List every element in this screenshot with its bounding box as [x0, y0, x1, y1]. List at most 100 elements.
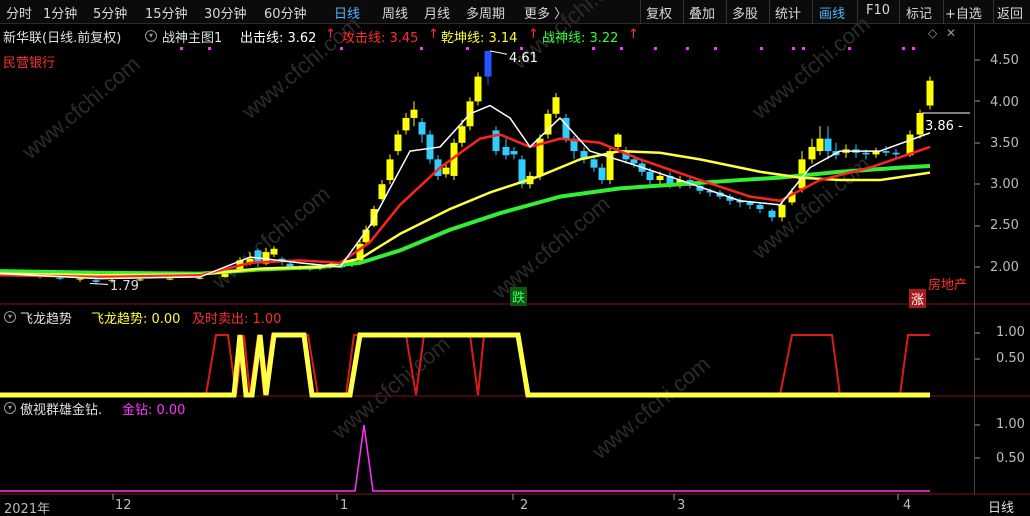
candle-down: [756, 204, 764, 210]
signal-dot: [340, 47, 343, 50]
candle-up: [76, 278, 84, 280]
candle-up: [916, 112, 924, 135]
candle-down: [882, 151, 890, 153]
high-price-label: 4.61: [509, 51, 538, 66]
signal-dot: [466, 47, 469, 50]
candle-down: [426, 134, 434, 160]
candle-up: [270, 248, 278, 255]
panel2-settings-icon[interactable]: ▾: [4, 311, 16, 323]
indicator-name[interactable]: 战神主图1: [162, 27, 222, 46]
candle-up: [196, 277, 204, 279]
signal-dot: [912, 47, 915, 50]
x-label: 2021年: [4, 502, 51, 516]
p2-y-tick: 0.50: [996, 351, 1025, 366]
p3-y-tick: 0.50: [996, 451, 1025, 466]
x-label: 3: [677, 498, 686, 513]
signal-dot: [902, 47, 905, 50]
timely-sell-line: [0, 334, 930, 396]
signal-dot: [760, 47, 763, 50]
candle-down: [590, 159, 598, 168]
candle-down: [56, 277, 64, 279]
signal-dot: [420, 47, 423, 50]
p2-y-tick: 1.00: [996, 325, 1025, 340]
legend-timely-sell: 及时卖出: 1.00: [192, 312, 282, 327]
candle-down: [502, 146, 510, 156]
candle-down: [92, 280, 100, 282]
candle-down: [646, 171, 654, 181]
candle-down: [598, 167, 606, 181]
candle-up: [484, 50, 492, 77]
watermark-text: www.cfchi.com: [586, 351, 714, 464]
watermark-text: www.cfchi.com: [486, 191, 614, 304]
y-tick: 4.00: [990, 95, 1019, 110]
candle-up: [394, 134, 402, 152]
legend-war-god-line: 战神线: 3.22: [542, 31, 619, 46]
panel2-indicator-name[interactable]: 飞龙趋势: [20, 308, 72, 327]
signal-dot: [520, 47, 523, 50]
legend-golden-diamond: 金钻: 0.00: [122, 403, 186, 418]
legend-arrow-3: ↑: [528, 27, 539, 42]
candle-down: [630, 159, 638, 164]
y-tick: 2.50: [990, 218, 1019, 233]
candle-up: [458, 126, 466, 143]
stock-title: 新华联(日线.前复权): [3, 31, 122, 46]
candle-up: [614, 134, 622, 147]
rise-badge: 涨: [909, 289, 927, 308]
signal-dot: [620, 47, 623, 50]
candle-up: [402, 117, 410, 131]
candle-down: [824, 138, 832, 152]
legend-flying-dragon: 飞龙趋势: 0.00: [91, 312, 181, 327]
sector-label-bank[interactable]: 民营银行: [3, 52, 55, 71]
y-tick: 3.00: [990, 177, 1019, 192]
candle-up: [166, 278, 174, 280]
signal-dot: [208, 47, 211, 50]
candle-up: [778, 204, 786, 218]
signal-dot: [792, 47, 795, 50]
candle-down: [418, 122, 426, 135]
period-select-button[interactable]: 日线: [988, 497, 1014, 516]
indicator-settings-icon[interactable]: ▾: [145, 30, 157, 42]
legend-arrow-2: ↑: [428, 27, 439, 42]
candle-up: [606, 151, 614, 181]
low-marker-line: [89, 283, 109, 285]
candle-down: [510, 151, 518, 155]
last-price-dash: -: [958, 119, 963, 134]
sector-label-realestate[interactable]: 房地产: [928, 274, 967, 293]
candle-down: [254, 250, 262, 263]
candle-up: [410, 109, 418, 118]
panel3-settings-icon[interactable]: ▾: [4, 402, 16, 414]
close-icon[interactable]: ✕: [946, 26, 956, 40]
kline-chart[interactable]: www.cfchi.com www.cfchi.com www.cfchi.com w…: [0, 0, 1030, 516]
signal-dot: [714, 47, 717, 50]
watermark-text: www.cfchi.com: [746, 11, 874, 124]
candle-up: [656, 175, 664, 181]
signal-dot: [592, 47, 595, 50]
diamond-icon[interactable]: ◇: [928, 26, 937, 40]
watermark-text: www.cfchi.com: [326, 331, 454, 444]
p3-y-tick: 1.00: [996, 417, 1025, 432]
candle-down: [768, 210, 776, 218]
legend-arrow-1: ↑: [325, 27, 336, 42]
candle-down: [892, 152, 900, 155]
watermark-text: www.cfchi.com: [206, 181, 334, 294]
legend-arrow-4: ↑: [628, 27, 639, 42]
legend-attack-line: 出击线: 3.62: [240, 31, 317, 46]
candle-up: [816, 138, 824, 152]
price-axis-divider: [974, 24, 975, 494]
signal-dot: [686, 47, 689, 50]
strike-line: [0, 133, 931, 279]
candle-up: [808, 146, 816, 160]
y-tick: 4.50: [990, 53, 1019, 68]
signal-dot: [802, 47, 805, 50]
candle-up: [926, 80, 934, 106]
fall-badge: 跌: [510, 287, 528, 306]
candle-up: [474, 76, 482, 102]
x-label: 4: [903, 498, 912, 513]
candle-down: [492, 130, 500, 152]
candle-up: [386, 159, 394, 181]
panel3-indicator-name[interactable]: 傲视群雄金钻.: [20, 399, 102, 418]
candle-up: [378, 184, 386, 200]
candle-up: [552, 97, 560, 114]
legend-strike-line: 攻击线: 3.45: [342, 31, 419, 46]
x-label: 1: [340, 498, 349, 513]
